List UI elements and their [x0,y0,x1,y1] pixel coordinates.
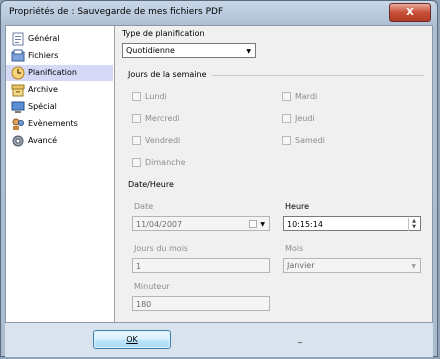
chevron-down-icon: ▼ [246,48,251,55]
wednesday-checkbox[interactable] [132,114,141,123]
timer-label: Minuteur [134,282,170,291]
sidebar-item-special[interactable]: Spécial [6,99,113,115]
dialog-body: Général Fichiers Planification Archive S… [5,25,433,323]
close-icon: X [406,7,414,18]
archive-icon [11,84,25,97]
ok-button-label: OK [126,335,138,344]
cancel-button-label: _ [298,334,302,343]
sidebar-item-advanced[interactable]: Avancé [6,133,113,149]
sidebar-item-events[interactable]: Evènements [6,116,113,132]
sunday-label: Dimanche [145,158,186,167]
close-button[interactable]: X [389,3,431,22]
wednesday-label: Mercredi [145,114,180,123]
sidebar-item-label: Général [28,34,60,43]
schedule-type-select[interactable]: Quotidienne ▼ [122,43,256,58]
sidebar-item-label: Fichiers [28,51,59,60]
window-title: Propriétés de : Sauvegarde de mes fichie… [9,7,224,17]
month-label: Mois [285,244,304,253]
timer-field[interactable]: 180 [132,296,270,311]
datetime-group-title: Date/Heure [128,180,174,189]
cancel-button[interactable]: _ [261,330,339,349]
group-divider [212,75,424,76]
time-label: Heure [285,202,310,211]
title-bar: Propriétés de : Sauvegarde de mes fichie… [1,1,437,25]
chevron-down-icon: ▼ [260,221,265,228]
sidebar-item-general[interactable]: Général [6,31,113,47]
sidebar: Général Fichiers Planification Archive S… [6,26,115,322]
chevron-down-icon: ▼ [411,263,416,270]
weekdays-group-title: Jours de la semaine [128,70,207,79]
sidebar-item-files[interactable]: Fichiers [6,48,113,64]
properties-window: Propriétés de : Sauvegarde de mes fichie… [0,0,438,357]
schedule-panel: Type de planification Quotidienne ▼ Jour… [116,26,430,322]
thursday-label: Jeudi [295,114,315,123]
time-spinner[interactable]: ▲ ▼ [408,218,419,231]
calendar-icon [249,220,257,228]
month-select[interactable]: Janvier ▼ [283,258,421,273]
sidebar-item-label: Evènements [28,119,78,128]
events-icon [12,118,24,130]
thursday-checkbox[interactable] [282,114,291,123]
days-of-month-field[interactable]: 1 [132,258,270,273]
sidebar-item-label: Planification [28,68,77,77]
sidebar-item-label: Archive [28,85,58,94]
ok-button[interactable]: OK [93,330,171,349]
sidebar-item-label: Spécial [28,102,57,111]
spin-down-icon[interactable]: ▼ [409,224,419,230]
general-icon [12,32,24,46]
schedule-type-label: Type de planification [122,29,205,38]
saturday-checkbox[interactable] [282,136,291,145]
sidebar-item-schedule[interactable]: Planification [6,65,113,81]
date-field[interactable]: 11/04/2007 ▼ [132,216,270,231]
files-icon [11,49,25,62]
monday-checkbox[interactable] [132,92,141,101]
schedule-type-value: Quotidienne [126,46,175,55]
tuesday-label: Mardi [295,92,318,101]
time-field[interactable]: 10:15:14 ▲ ▼ [283,216,421,231]
date-value: 11/04/2007 [136,220,183,229]
friday-label: Vendredi [145,136,181,145]
timer-value: 180 [136,300,152,309]
sunday-checkbox[interactable] [132,158,141,167]
date-label: Date [134,202,154,211]
advanced-icon [12,135,24,147]
sidebar-item-label: Avancé [28,136,58,145]
time-value: 10:15:14 [287,220,323,229]
dialog-footer: OK _ [5,323,433,357]
friday-checkbox[interactable] [132,136,141,145]
days-of-month-value: 1 [136,262,142,271]
sidebar-item-archive[interactable]: Archive [6,82,113,98]
month-value: Janvier [287,261,315,270]
monday-label: Lundi [145,92,167,101]
days-of-month-label: Jours du mois [134,244,189,253]
special-icon [11,101,25,113]
saturday-label: Samedi [295,136,325,145]
tuesday-checkbox[interactable] [282,92,291,101]
schedule-icon [11,66,25,80]
